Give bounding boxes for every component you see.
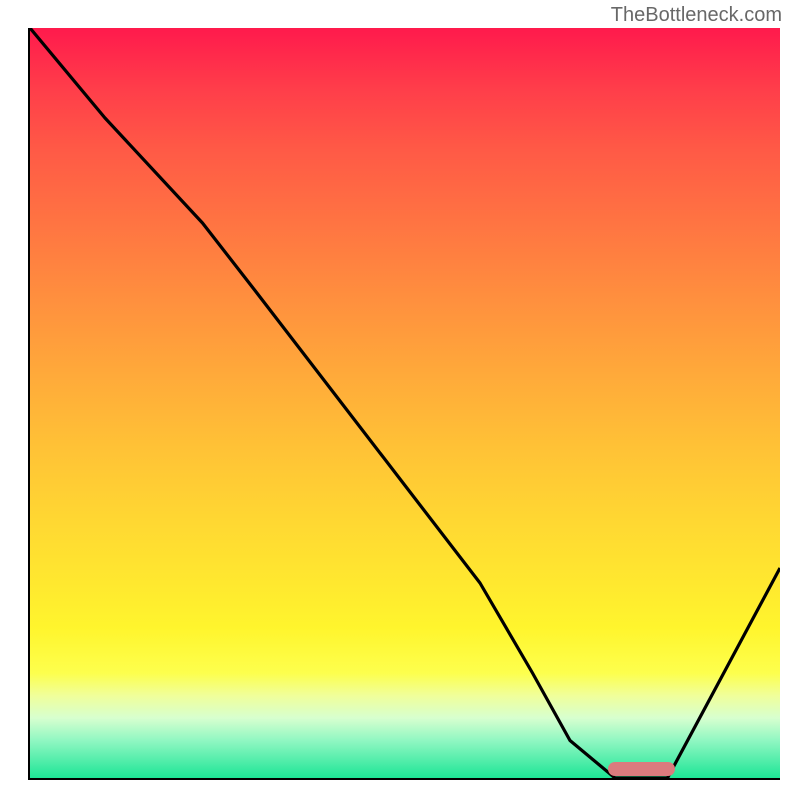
chart-container: TheBottleneck.com [0,0,800,800]
plot-area [28,28,780,780]
bottleneck-curve [30,28,780,778]
watermark-text: TheBottleneck.com [611,4,782,27]
optimal-range-marker [608,762,676,776]
